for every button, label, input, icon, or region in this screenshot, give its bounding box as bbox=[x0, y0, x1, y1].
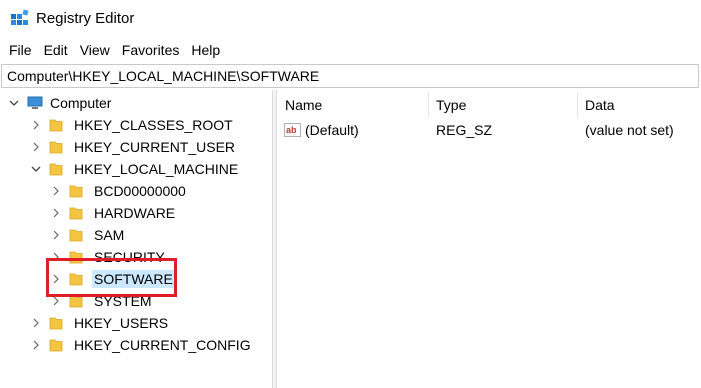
string-value-icon: ab bbox=[284, 123, 301, 137]
svg-text:ab: ab bbox=[286, 125, 297, 135]
folder-icon bbox=[69, 207, 83, 220]
registry-icon bbox=[11, 9, 29, 25]
chevron-right-icon[interactable] bbox=[30, 339, 42, 351]
tree-node-hkey-users[interactable]: HKEY_USERS bbox=[30, 312, 170, 334]
menu-favorites[interactable]: Favorites bbox=[116, 40, 186, 60]
chevron-right-icon[interactable] bbox=[50, 229, 62, 241]
tree-node-hkey-local-machine[interactable]: HKEY_LOCAL_MACHINE bbox=[30, 158, 240, 180]
tree-label: HKEY_CLASSES_ROOT bbox=[74, 117, 233, 133]
window-title: Registry Editor bbox=[36, 10, 135, 27]
folder-icon bbox=[49, 119, 63, 132]
chevron-right-icon[interactable] bbox=[30, 317, 42, 329]
tree-node-hkey-current-user[interactable]: HKEY_CURRENT_USER bbox=[30, 136, 237, 158]
column-header-type[interactable]: Type bbox=[428, 94, 578, 116]
tree-node-hkey-current-config[interactable]: HKEY_CURRENT_CONFIG bbox=[30, 334, 253, 356]
value-name: (Default) bbox=[305, 122, 359, 138]
tree-label: HARDWARE bbox=[94, 205, 176, 221]
column-header-data[interactable]: Data bbox=[577, 94, 701, 116]
menu-file[interactable]: File bbox=[3, 40, 38, 60]
chevron-right-icon[interactable] bbox=[50, 207, 62, 219]
chevron-right-icon[interactable] bbox=[30, 141, 42, 153]
chevron-down-icon[interactable] bbox=[30, 163, 42, 175]
tree-label: HKEY_USERS bbox=[74, 315, 169, 331]
tree-node-hkey-classes-root[interactable]: HKEY_CLASSES_ROOT bbox=[30, 114, 235, 136]
chevron-right-icon[interactable] bbox=[30, 119, 42, 131]
folder-icon bbox=[49, 317, 63, 330]
tree-node-bcd[interactable]: BCD00000000 bbox=[50, 180, 188, 202]
tree-label: HKEY_CURRENT_USER bbox=[74, 139, 236, 155]
tree-node-hardware[interactable]: HARDWARE bbox=[50, 202, 177, 224]
chevron-down-icon[interactable] bbox=[8, 97, 20, 109]
folder-icon bbox=[49, 141, 63, 154]
folder-icon bbox=[69, 229, 83, 242]
address-bar[interactable]: Computer\HKEY_LOCAL_MACHINE\SOFTWARE bbox=[1, 64, 699, 88]
value-data: (value not set) bbox=[585, 122, 674, 138]
value-type: REG_SZ bbox=[436, 122, 493, 138]
chevron-right-icon[interactable] bbox=[50, 185, 62, 197]
folder-open-icon bbox=[49, 163, 63, 176]
menu-edit[interactable]: Edit bbox=[38, 40, 74, 60]
tree-label: HKEY_LOCAL_MACHINE bbox=[74, 161, 239, 177]
computer-icon bbox=[27, 96, 43, 109]
folder-icon bbox=[69, 185, 83, 198]
tree-label: BCD00000000 bbox=[94, 183, 186, 199]
folder-icon bbox=[49, 339, 63, 352]
menu-help[interactable]: Help bbox=[185, 40, 226, 60]
tree-label: Computer bbox=[50, 95, 112, 111]
title-bar: Registry Editor bbox=[0, 0, 701, 38]
tree-label: SAM bbox=[94, 227, 125, 243]
menu-view[interactable]: View bbox=[74, 40, 116, 60]
tree-node-computer[interactable]: Computer bbox=[8, 92, 113, 114]
column-header-name[interactable]: Name bbox=[277, 94, 429, 116]
tree-node-sam[interactable]: SAM bbox=[50, 224, 126, 246]
menu-bar: File Edit View Favorites Help bbox=[0, 38, 701, 62]
tree-label: HKEY_CURRENT_CONFIG bbox=[74, 337, 251, 353]
highlight-annotation bbox=[46, 258, 177, 297]
